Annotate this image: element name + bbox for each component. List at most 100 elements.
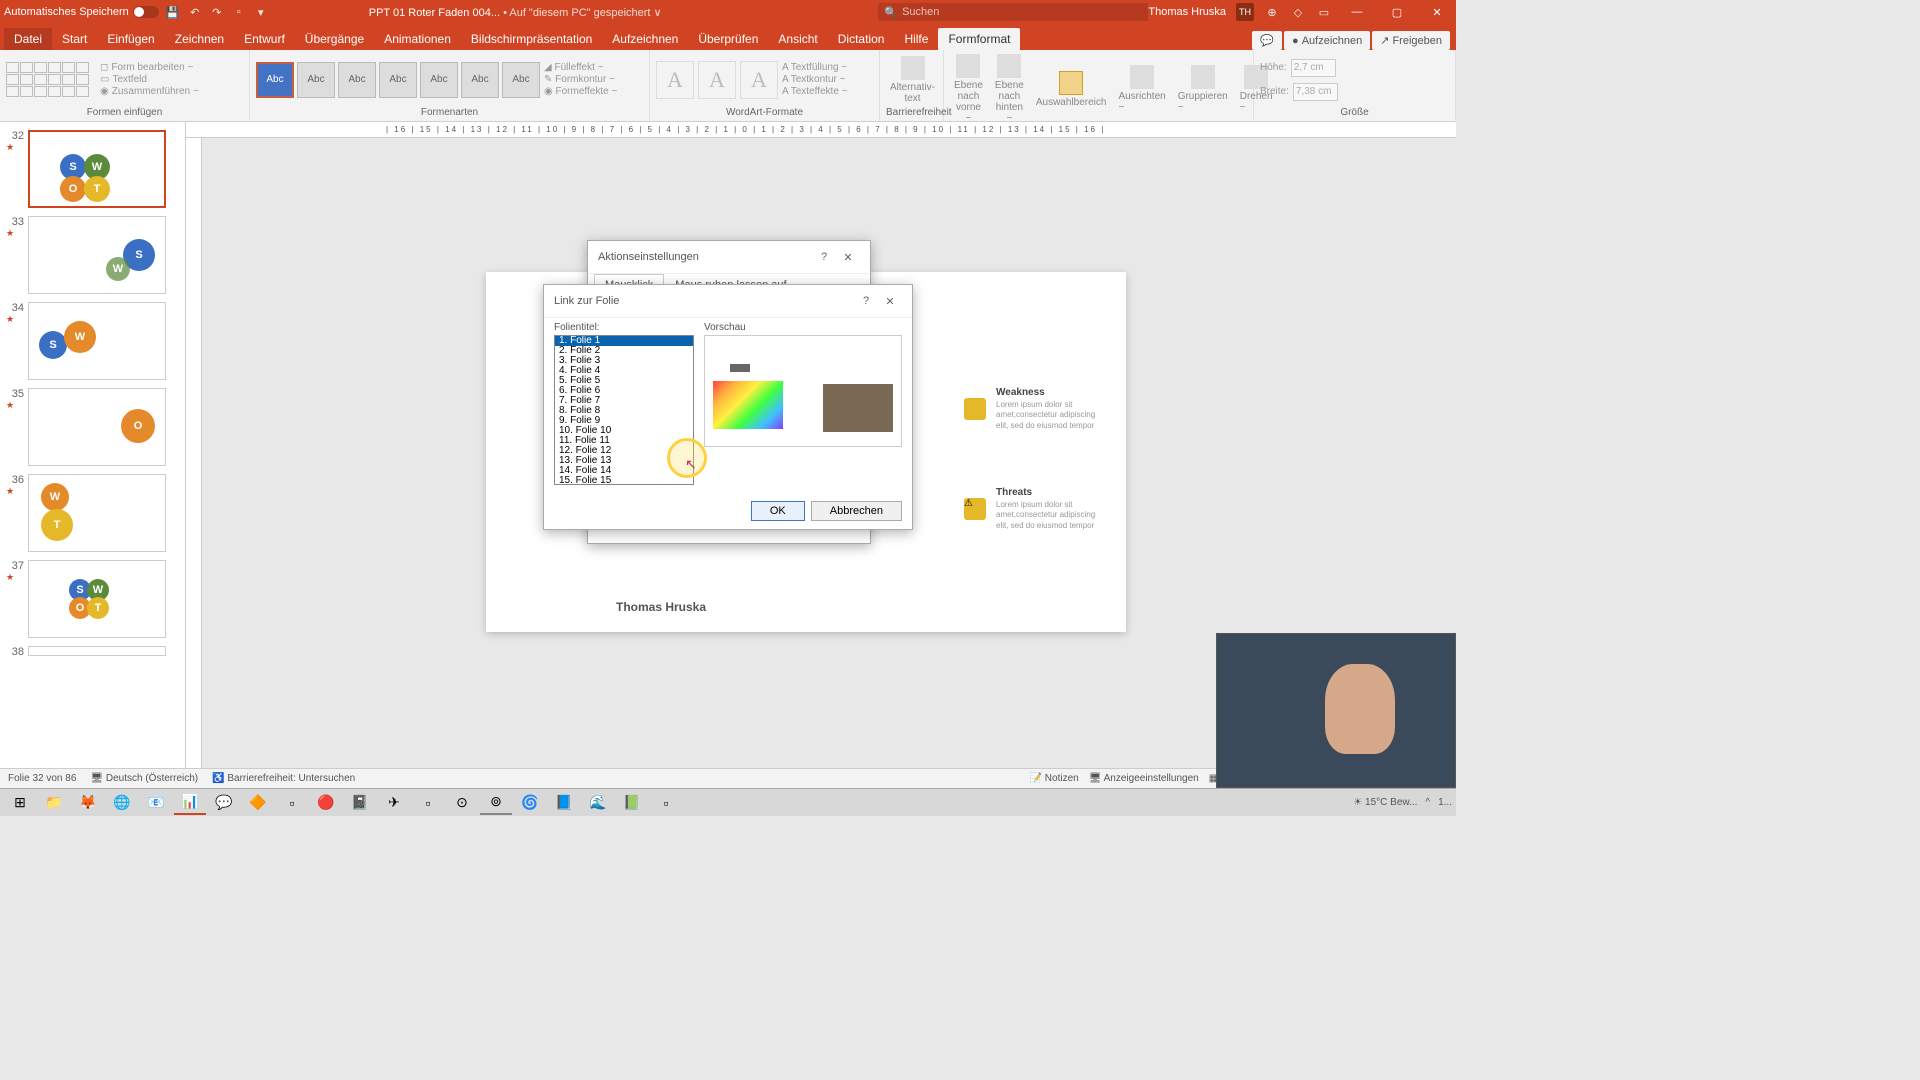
tab-insert[interactable]: Einfügen bbox=[97, 28, 164, 50]
vlc-icon[interactable]: 🔶 bbox=[242, 791, 274, 815]
undo-icon[interactable]: ↶ bbox=[187, 4, 203, 20]
user-name[interactable]: Thomas Hruska bbox=[1148, 6, 1226, 18]
qat-dropdown-icon[interactable]: ▾ bbox=[253, 4, 269, 20]
close-button[interactable]: ✕ bbox=[1422, 0, 1452, 24]
search-icon: 🔍 bbox=[884, 6, 898, 19]
outlook-icon[interactable]: 📧 bbox=[140, 791, 172, 815]
slide-thumb-33[interactable]: S W bbox=[28, 216, 166, 294]
telegram-icon[interactable]: ✈ bbox=[378, 791, 410, 815]
tab-design[interactable]: Entwurf bbox=[234, 28, 295, 50]
notes-button[interactable]: 📝 Notizen bbox=[1030, 773, 1079, 784]
text-fill-button[interactable]: A Textfüllung ~ bbox=[782, 62, 848, 73]
tab-file[interactable]: Datei bbox=[4, 28, 52, 50]
width-input[interactable] bbox=[1293, 83, 1338, 101]
tab-view[interactable]: Ansicht bbox=[768, 28, 827, 50]
slide-list[interactable]: 1. Folie 1 2. Folie 2 3. Folie 3 4. Foli… bbox=[554, 335, 694, 485]
cancel-button[interactable]: Abbrechen bbox=[811, 501, 902, 521]
firefox-icon[interactable]: 🦊 bbox=[72, 791, 104, 815]
align-button[interactable]: Ausrichten ~ bbox=[1114, 63, 1169, 115]
slide-counter[interactable]: Folie 32 von 86 bbox=[8, 773, 76, 784]
coming-soon-icon[interactable]: ⊕ bbox=[1264, 4, 1280, 20]
search-box[interactable]: 🔍 bbox=[878, 3, 1148, 21]
weather-widget[interactable]: ☀ 15°C Bew... bbox=[1353, 797, 1417, 808]
slide-thumb-38[interactable] bbox=[28, 646, 166, 656]
height-input[interactable] bbox=[1291, 59, 1336, 77]
slide-thumb-37[interactable]: S W O T bbox=[28, 560, 166, 638]
edge-icon[interactable]: 🌊 bbox=[582, 791, 614, 815]
bring-forward-button[interactable]: Ebene nach vorne ~ bbox=[950, 52, 987, 126]
shape-outline-button[interactable]: ✎ Formkontur ~ bbox=[544, 74, 617, 85]
alt-text-button[interactable]: Alternativ- text bbox=[886, 54, 939, 106]
app-icon[interactable]: ⊚ bbox=[480, 791, 512, 815]
search-input[interactable] bbox=[902, 6, 1142, 18]
text-effects-button[interactable]: A Texteffekte ~ bbox=[782, 86, 848, 97]
qat-more-icon[interactable]: ▫ bbox=[231, 4, 247, 20]
shapes-gallery[interactable] bbox=[6, 62, 96, 97]
app-icon[interactable]: ▫ bbox=[412, 791, 444, 815]
slide-thumb-36[interactable]: W T bbox=[28, 474, 166, 552]
text-outline-button[interactable]: A Textkontur ~ bbox=[782, 74, 848, 85]
document-title[interactable]: PPT 01 Roter Faden 004... • Auf "diesem … bbox=[269, 6, 879, 19]
close-icon[interactable]: ✕ bbox=[836, 247, 860, 267]
tab-review[interactable]: Überprüfen bbox=[688, 28, 768, 50]
help-button[interactable]: ? bbox=[854, 291, 878, 311]
tab-help[interactable]: Hilfe bbox=[894, 28, 938, 50]
edit-shape-button[interactable]: ◻ Form bearbeiten ~ bbox=[100, 62, 199, 73]
merge-shapes-button[interactable]: ◉ Zusammenführen ~ bbox=[100, 86, 199, 97]
powerpoint-icon[interactable]: 📊 bbox=[174, 791, 206, 815]
share-button[interactable]: ↗ Freigeben bbox=[1372, 31, 1450, 50]
autosave-toggle[interactable]: Automatisches Speichern bbox=[4, 6, 159, 18]
app-icon[interactable]: 🌀 bbox=[514, 791, 546, 815]
app-icon[interactable]: 💬 bbox=[208, 791, 240, 815]
word-icon[interactable]: 📘 bbox=[548, 791, 580, 815]
tab-animations[interactable]: Animationen bbox=[374, 28, 461, 50]
record-button[interactable]: ● Aufzeichnen bbox=[1284, 31, 1370, 50]
app-icon[interactable]: ▫ bbox=[276, 791, 308, 815]
onenote-icon[interactable]: 📓 bbox=[344, 791, 376, 815]
ribbon-display-icon[interactable]: ◇ bbox=[1290, 4, 1306, 20]
slide-thumb-32[interactable]: S W O T bbox=[28, 130, 166, 208]
chrome-icon[interactable]: 🌐 bbox=[106, 791, 138, 815]
tab-slideshow[interactable]: Bildschirmpräsentation bbox=[461, 28, 602, 50]
slide-thumbnails-panel[interactable]: 32★ S W O T 33★ S W 34★ S W 35★ O 36★ W bbox=[0, 122, 186, 776]
maximize-button[interactable]: ▢ bbox=[1382, 0, 1412, 24]
tab-record[interactable]: Aufzeichnen bbox=[602, 28, 688, 50]
excel-icon[interactable]: 📗 bbox=[616, 791, 648, 815]
window-layout-icon[interactable]: ▭ bbox=[1316, 4, 1332, 20]
comments-button[interactable]: 💬 bbox=[1252, 31, 1282, 50]
tab-dictation[interactable]: Dictation bbox=[828, 28, 895, 50]
ok-button[interactable]: OK bbox=[751, 501, 805, 521]
minimize-button[interactable]: — bbox=[1342, 0, 1372, 24]
list-item[interactable]: 15. Folie 15 bbox=[555, 476, 693, 485]
app-icon[interactable]: ▫ bbox=[650, 791, 682, 815]
save-icon[interactable]: 💾 bbox=[165, 4, 181, 20]
accessibility-check[interactable]: ♿ Barrierefreiheit: Untersuchen bbox=[212, 773, 355, 784]
shape-effects-button[interactable]: ◉ Formeffekte ~ bbox=[544, 86, 617, 97]
display-settings-button[interactable]: 🖥 Anzeigeeinstellungen bbox=[1089, 773, 1199, 784]
textbox-button[interactable]: ▭ Textfeld bbox=[100, 74, 199, 85]
tab-draw[interactable]: Zeichnen bbox=[165, 28, 234, 50]
explorer-icon[interactable]: 📁 bbox=[38, 791, 70, 815]
tab-transitions[interactable]: Übergänge bbox=[295, 28, 374, 50]
shape-fill-button[interactable]: ◢ Fülleffekt ~ bbox=[544, 62, 617, 73]
close-icon[interactable]: ✕ bbox=[878, 291, 902, 311]
redo-icon[interactable]: ↷ bbox=[209, 4, 225, 20]
app-icon[interactable]: ⊙ bbox=[446, 791, 478, 815]
help-button[interactable]: ? bbox=[812, 247, 836, 267]
slide-title-label: Folientitel: bbox=[554, 322, 694, 333]
clock[interactable]: 1... bbox=[1438, 797, 1452, 808]
tab-start[interactable]: Start bbox=[52, 28, 97, 50]
send-backward-button[interactable]: Ebene nach hinten ~ bbox=[991, 52, 1028, 126]
slide-thumb-35[interactable]: O bbox=[28, 388, 166, 466]
selection-pane-button[interactable]: Auswahlbereich bbox=[1032, 69, 1111, 110]
slide-thumb-34[interactable]: S W bbox=[28, 302, 166, 380]
wordart-gallery[interactable]: A A A bbox=[656, 61, 778, 99]
group-button[interactable]: Gruppieren ~ bbox=[1174, 63, 1232, 115]
shape-styles-gallery[interactable]: Abc Abc Abc Abc Abc Abc Abc bbox=[256, 62, 540, 98]
user-avatar[interactable]: TH bbox=[1236, 3, 1254, 21]
start-button[interactable]: ⊞ bbox=[4, 791, 36, 815]
tab-shapeformat[interactable]: Formformat bbox=[938, 28, 1020, 50]
language-indicator[interactable]: 🖥 Deutsch (Österreich) bbox=[90, 773, 198, 784]
tray-chevron[interactable]: ^ bbox=[1425, 797, 1430, 808]
app-icon[interactable]: 🔴 bbox=[310, 791, 342, 815]
